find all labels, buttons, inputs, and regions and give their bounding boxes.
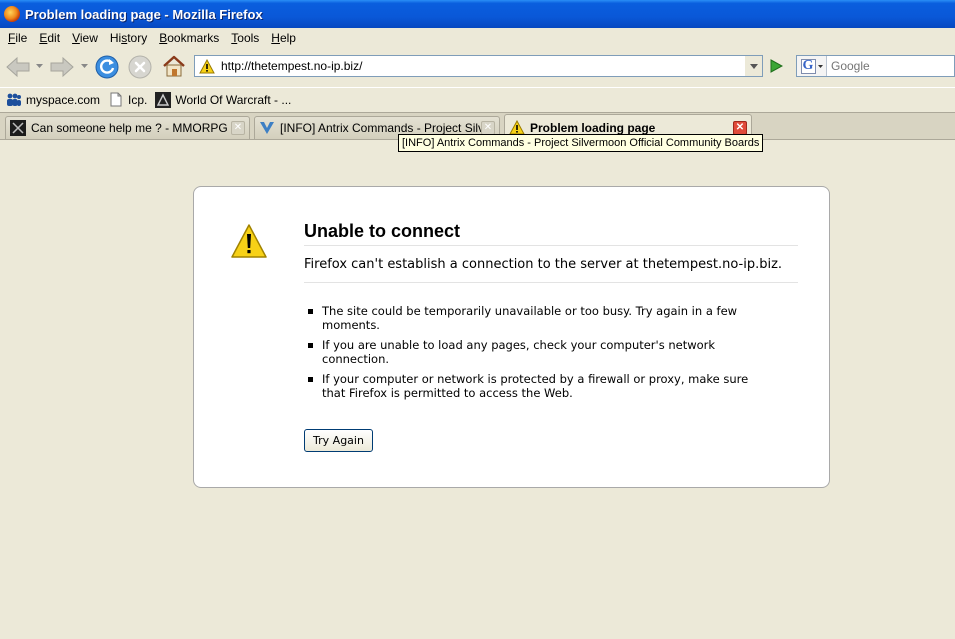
bookmarks-toolbar: myspace.com Icp. World Of Warcraft - ...: [0, 87, 955, 111]
forward-arrow-icon: [50, 56, 74, 78]
tab-label: Can someone help me ? - MMORPG De...: [31, 121, 231, 135]
error-container: Unable to connect Firefox can't establis…: [193, 186, 830, 488]
chevron-down-icon: [749, 63, 758, 69]
back-button[interactable]: [5, 56, 31, 78]
silvermoon-icon: [259, 120, 275, 136]
window-title: Problem loading page - Mozilla Firefox: [25, 6, 263, 22]
search-engine-button[interactable]: G: [797, 56, 827, 76]
url-dropdown-button[interactable]: [745, 55, 763, 77]
page-content: Unable to connect Firefox can't establis…: [0, 139, 955, 639]
menu-bookmarks[interactable]: Bookmarks: [154, 31, 226, 45]
go-arrow-icon: [770, 59, 783, 73]
close-icon[interactable]: ✕: [481, 121, 495, 135]
reload-icon: [95, 55, 119, 79]
reload-button[interactable]: [95, 55, 119, 79]
list-item: The site could be temporarily unavailabl…: [304, 304, 774, 332]
try-again-button[interactable]: Try Again: [304, 429, 373, 452]
back-arrow-icon: [6, 56, 30, 78]
go-button[interactable]: [765, 56, 787, 76]
forward-button[interactable]: [49, 56, 75, 78]
menu-tools[interactable]: Tools: [226, 31, 266, 45]
home-button[interactable]: [162, 54, 186, 78]
wow-icon: [155, 91, 172, 108]
menu-edit[interactable]: Edit: [34, 31, 67, 45]
myspace-icon: [6, 92, 22, 108]
bookmark-world-of-warcraft[interactable]: World Of Warcraft - ...: [155, 91, 292, 108]
google-icon: G: [800, 58, 816, 74]
menu-help[interactable]: Help: [266, 31, 303, 45]
tab-mmorpg[interactable]: Can someone help me ? - MMORPG De... ✕: [5, 116, 250, 139]
bookmark-label: Icp.: [128, 92, 148, 107]
error-description: Firefox can't establish a connection to …: [304, 257, 798, 283]
forum-icon: [10, 120, 26, 136]
error-suggestions: The site could be temporarily unavailabl…: [304, 304, 774, 406]
url-text[interactable]: http://thetempest.no-ip.biz/: [221, 59, 362, 73]
menu-bar: File Edit View History Bookmarks Tools H…: [0, 28, 955, 48]
list-item: If your computer or network is protected…: [304, 372, 774, 400]
error-title: Unable to connect: [304, 221, 798, 246]
close-icon[interactable]: ✕: [231, 121, 245, 135]
stop-icon: [128, 55, 152, 79]
chevron-down-icon: [817, 64, 823, 68]
site-warning-icon: [199, 58, 215, 73]
tab-label: [INFO] Antrix Commands - Project Silv...: [280, 121, 481, 135]
navigation-toolbar: http://thetempest.no-ip.biz/ G: [0, 48, 955, 86]
bookmark-label: World Of Warcraft - ...: [175, 92, 292, 107]
close-icon[interactable]: ✕: [733, 120, 747, 135]
list-item: If you are unable to load any pages, che…: [304, 338, 774, 366]
menu-history[interactable]: History: [105, 31, 154, 45]
menu-file[interactable]: File: [3, 31, 34, 45]
page-icon: [108, 92, 124, 108]
title-bar[interactable]: Problem loading page - Mozilla Firefox: [0, 0, 955, 28]
bookmark-icp[interactable]: Icp.: [108, 92, 147, 108]
search-bar[interactable]: G: [796, 55, 955, 77]
home-icon: [163, 55, 185, 77]
search-input[interactable]: [827, 59, 947, 73]
forward-dropdown-icon[interactable]: [81, 64, 88, 69]
stop-button[interactable]: [128, 55, 152, 79]
back-dropdown-icon[interactable]: [36, 64, 43, 69]
bookmark-myspace[interactable]: myspace.com: [6, 92, 100, 108]
bookmark-label: myspace.com: [26, 92, 101, 107]
firefox-logo-icon: [4, 6, 20, 22]
menu-view[interactable]: View: [67, 31, 105, 45]
tab-label: Problem loading page: [530, 120, 656, 135]
tab-tooltip: [INFO] Antrix Commands - Project Silverm…: [398, 134, 764, 152]
url-bar[interactable]: http://thetempest.no-ip.biz/: [194, 55, 750, 77]
warning-icon: [231, 224, 267, 258]
